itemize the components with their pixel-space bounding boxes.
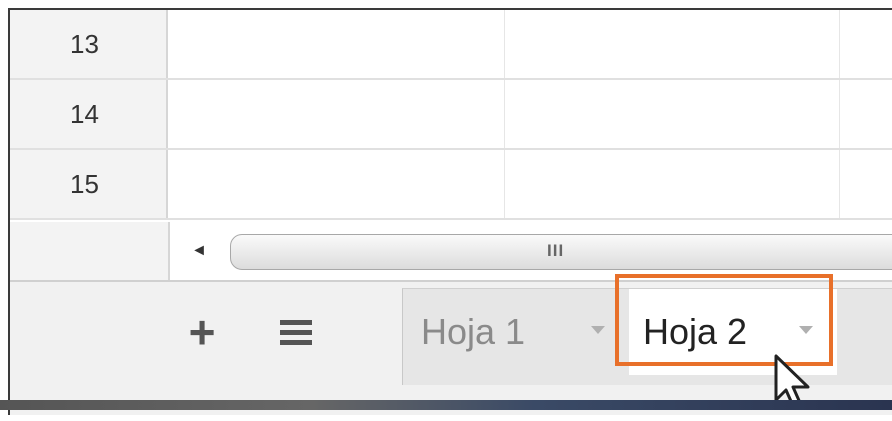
table-row: 13 [10,10,892,80]
row-header[interactable]: 14 [10,80,168,148]
cell[interactable] [170,10,505,78]
tab-hoja-1[interactable]: Hoja 1 [421,289,611,375]
cell[interactable] [840,80,892,148]
sheet-grid: 13 14 15 [10,10,892,220]
sheet-list-button[interactable] [276,316,316,352]
cell[interactable] [505,150,840,218]
row-header[interactable]: 15 [10,150,168,218]
sheet-tabs: Hoja 1 Hoja 2 [402,288,892,385]
table-row: 14 [10,80,892,150]
horizontal-scrollbar: ◄ III [10,222,892,282]
row-header[interactable]: 13 [10,10,168,78]
cell[interactable] [840,10,892,78]
chevron-down-icon[interactable] [799,326,813,334]
table-row: 15 [10,150,892,220]
spreadsheet-window: 13 14 15 ◄ III + Hoja 1 Hoja 2 [8,8,892,415]
window-bottom-edge [0,400,892,410]
chevron-down-icon[interactable] [591,326,605,334]
scrollbar-grip: III [547,241,565,260]
tab-label: Hoja 2 [643,311,748,352]
scrollbar-thumb[interactable]: III [230,234,892,270]
add-sheet-button[interactable]: + [178,309,226,358]
cell[interactable] [840,150,892,218]
cell[interactable] [170,150,505,218]
tab-label: Hoja 1 [421,311,526,352]
cell[interactable] [505,10,840,78]
cell[interactable] [505,80,840,148]
scroll-corner [10,222,170,280]
arrow-left-icon[interactable]: ◄ [184,236,214,266]
cell[interactable] [170,80,505,148]
sheet-tab-bar: + Hoja 1 Hoja 2 [10,282,892,415]
